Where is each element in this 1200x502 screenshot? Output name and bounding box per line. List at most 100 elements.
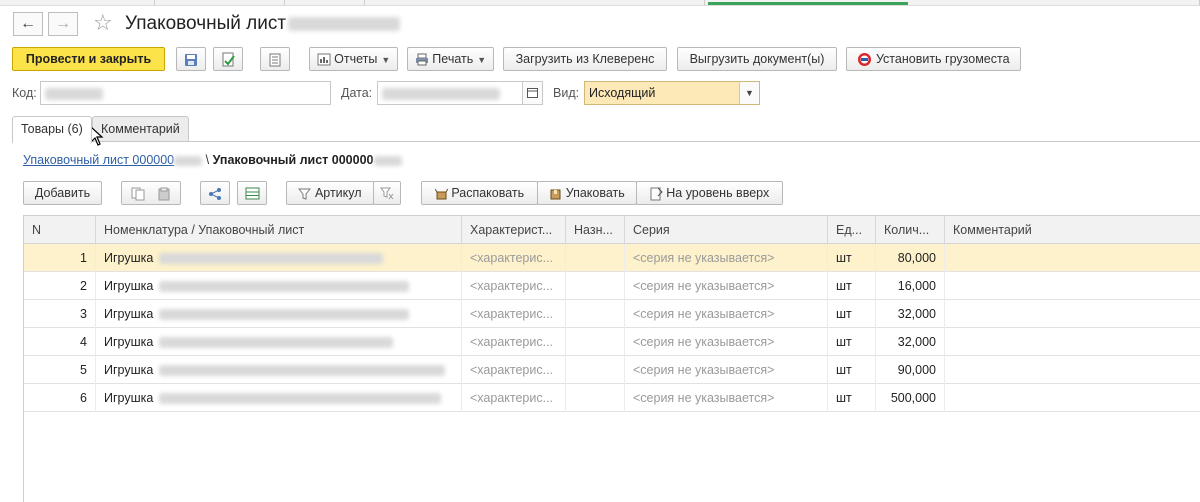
cell-comment[interactable] xyxy=(945,356,1200,384)
cell-purpose[interactable] xyxy=(566,384,625,412)
table-row[interactable]: 5 Игрушка <характерис... <серия не указывае… xyxy=(24,356,1200,384)
app-tab[interactable] xyxy=(155,0,285,5)
copy-icon[interactable] xyxy=(131,187,145,201)
forward-button[interactable]: → xyxy=(48,12,78,36)
cell-characteristic[interactable]: <характерис... xyxy=(462,244,566,272)
cell-unit[interactable]: шт xyxy=(828,272,876,300)
calendar-button[interactable] xyxy=(522,82,542,104)
cell-nomenclature[interactable]: Игрушка xyxy=(96,300,462,328)
cell-comment[interactable] xyxy=(945,244,1200,272)
cell-series[interactable]: <серия не указывается> xyxy=(625,384,828,412)
tab-comment[interactable]: Комментарий xyxy=(92,116,189,142)
document-list-button[interactable] xyxy=(260,47,290,71)
cell-purpose[interactable] xyxy=(566,328,625,356)
app-tab[interactable] xyxy=(365,0,705,5)
redacted-product-name xyxy=(159,337,394,349)
post-and-close-button[interactable]: Провести и закрыть xyxy=(12,47,165,71)
cell-series[interactable]: <серия не указывается> xyxy=(625,356,828,384)
column-header-characteristic[interactable]: Характерист... xyxy=(462,216,566,244)
cell-n[interactable]: 1 xyxy=(24,244,96,272)
cell-nomenclature[interactable]: Игрушка xyxy=(96,384,462,412)
cell-characteristic[interactable]: <характерис... xyxy=(462,384,566,412)
tab-goods[interactable]: Товары (6) xyxy=(12,116,92,143)
back-button[interactable]: ← xyxy=(13,12,43,36)
column-header-series[interactable]: Серия xyxy=(625,216,828,244)
cell-n[interactable]: 2 xyxy=(24,272,96,300)
column-header-quantity[interactable]: Колич... xyxy=(876,216,945,244)
cell-n[interactable]: 6 xyxy=(24,384,96,412)
cell-purpose[interactable] xyxy=(566,272,625,300)
post-document-button[interactable] xyxy=(213,47,243,71)
load-from-cleverence-button[interactable]: Загрузить из Клеверенс xyxy=(503,47,667,71)
cell-unit[interactable]: шт xyxy=(828,244,876,272)
cell-unit[interactable]: шт xyxy=(828,384,876,412)
print-dropdown-button[interactable]: Печать ▼ xyxy=(407,47,494,71)
fill-button[interactable] xyxy=(237,181,267,205)
table-row[interactable]: 2 Игрушка <характерис... <серия не указывае… xyxy=(24,272,1200,300)
column-header-comment[interactable]: Комментарий xyxy=(945,216,1200,244)
cell-characteristic[interactable]: <характерис... xyxy=(462,300,566,328)
paste-icon[interactable] xyxy=(157,187,171,201)
app-tab[interactable] xyxy=(912,0,1200,5)
report-icon xyxy=(317,53,331,66)
cell-quantity[interactable]: 90,000 xyxy=(876,356,945,384)
cell-comment[interactable] xyxy=(945,300,1200,328)
save-button[interactable] xyxy=(176,47,206,71)
cell-quantity[interactable]: 32,000 xyxy=(876,328,945,356)
cell-purpose[interactable] xyxy=(566,356,625,384)
level-up-button[interactable]: На уровень вверх xyxy=(636,181,783,205)
column-header-n[interactable]: N xyxy=(24,216,96,244)
cell-nomenclature[interactable]: Игрушка xyxy=(96,244,462,272)
cell-characteristic[interactable]: <характерис... xyxy=(462,272,566,300)
set-cargo-places-button[interactable]: Установить грузоместа xyxy=(846,47,1021,71)
cell-nomenclature[interactable]: Игрушка xyxy=(96,356,462,384)
export-documents-button[interactable]: Выгрузить документ(ы) xyxy=(677,47,837,71)
cell-series[interactable]: <серия не указывается> xyxy=(625,244,828,272)
cell-characteristic[interactable]: <характерис... xyxy=(462,328,566,356)
cell-series[interactable]: <серия не указывается> xyxy=(625,272,828,300)
cell-quantity[interactable]: 80,000 xyxy=(876,244,945,272)
code-field[interactable] xyxy=(40,81,331,105)
table-row[interactable]: 6 Игрушка <характерис... <серия не указывае… xyxy=(24,384,1200,412)
cell-unit[interactable]: шт xyxy=(828,356,876,384)
table-row[interactable]: 3 Игрушка <характерис... <серия не указывае… xyxy=(24,300,1200,328)
cell-characteristic[interactable]: <характерис... xyxy=(462,356,566,384)
cell-quantity[interactable]: 32,000 xyxy=(876,300,945,328)
cell-purpose[interactable] xyxy=(566,244,625,272)
unpack-button[interactable]: Распаковать xyxy=(421,181,538,205)
structure-button[interactable] xyxy=(200,181,230,205)
column-header-purpose[interactable]: Назн... xyxy=(566,216,625,244)
cell-comment[interactable] xyxy=(945,272,1200,300)
cell-quantity[interactable]: 16,000 xyxy=(876,272,945,300)
cell-n[interactable]: 3 xyxy=(24,300,96,328)
date-field[interactable] xyxy=(377,81,543,105)
cell-unit[interactable]: шт xyxy=(828,300,876,328)
cell-n[interactable]: 5 xyxy=(24,356,96,384)
add-button[interactable]: Добавить xyxy=(23,181,102,205)
cell-nomenclature[interactable]: Игрушка xyxy=(96,328,462,356)
column-header-unit[interactable]: Ед... xyxy=(828,216,876,244)
app-tab[interactable] xyxy=(285,0,365,5)
breadcrumb-parent-link[interactable]: Упаковочный лист 000000 xyxy=(23,153,203,167)
kind-dropdown-button[interactable]: ▼ xyxy=(739,82,759,104)
reports-dropdown-button[interactable]: Отчеты ▼ xyxy=(309,47,398,71)
column-header-nomenclature[interactable]: Номенклатура / Упаковочный лист xyxy=(96,216,462,244)
pack-button[interactable]: Упаковать xyxy=(537,181,637,205)
cell-unit[interactable]: шт xyxy=(828,328,876,356)
cell-comment[interactable] xyxy=(945,328,1200,356)
table-row[interactable]: 4 Игрушка <характерис... <серия не указывае… xyxy=(24,328,1200,356)
cell-series[interactable]: <серия не указывается> xyxy=(625,328,828,356)
cell-nomenclature[interactable]: Игрушка xyxy=(96,272,462,300)
cell-comment[interactable] xyxy=(945,384,1200,412)
favorite-star-icon[interactable]: ☆ xyxy=(93,10,113,36)
app-tab[interactable] xyxy=(0,0,155,5)
breadcrumb-separator: \ xyxy=(205,153,210,167)
cell-series[interactable]: <серия не указывается> xyxy=(625,300,828,328)
article-filter-button[interactable]: Артикул xyxy=(286,181,374,205)
clear-filter-button[interactable] xyxy=(373,181,401,205)
cell-quantity[interactable]: 500,000 xyxy=(876,384,945,412)
cell-purpose[interactable] xyxy=(566,300,625,328)
kind-select[interactable]: Исходящий ▼ xyxy=(584,81,760,105)
table-row[interactable]: 1 Игрушка <характерис... <серия не указывае… xyxy=(24,244,1200,272)
cell-n[interactable]: 4 xyxy=(24,328,96,356)
